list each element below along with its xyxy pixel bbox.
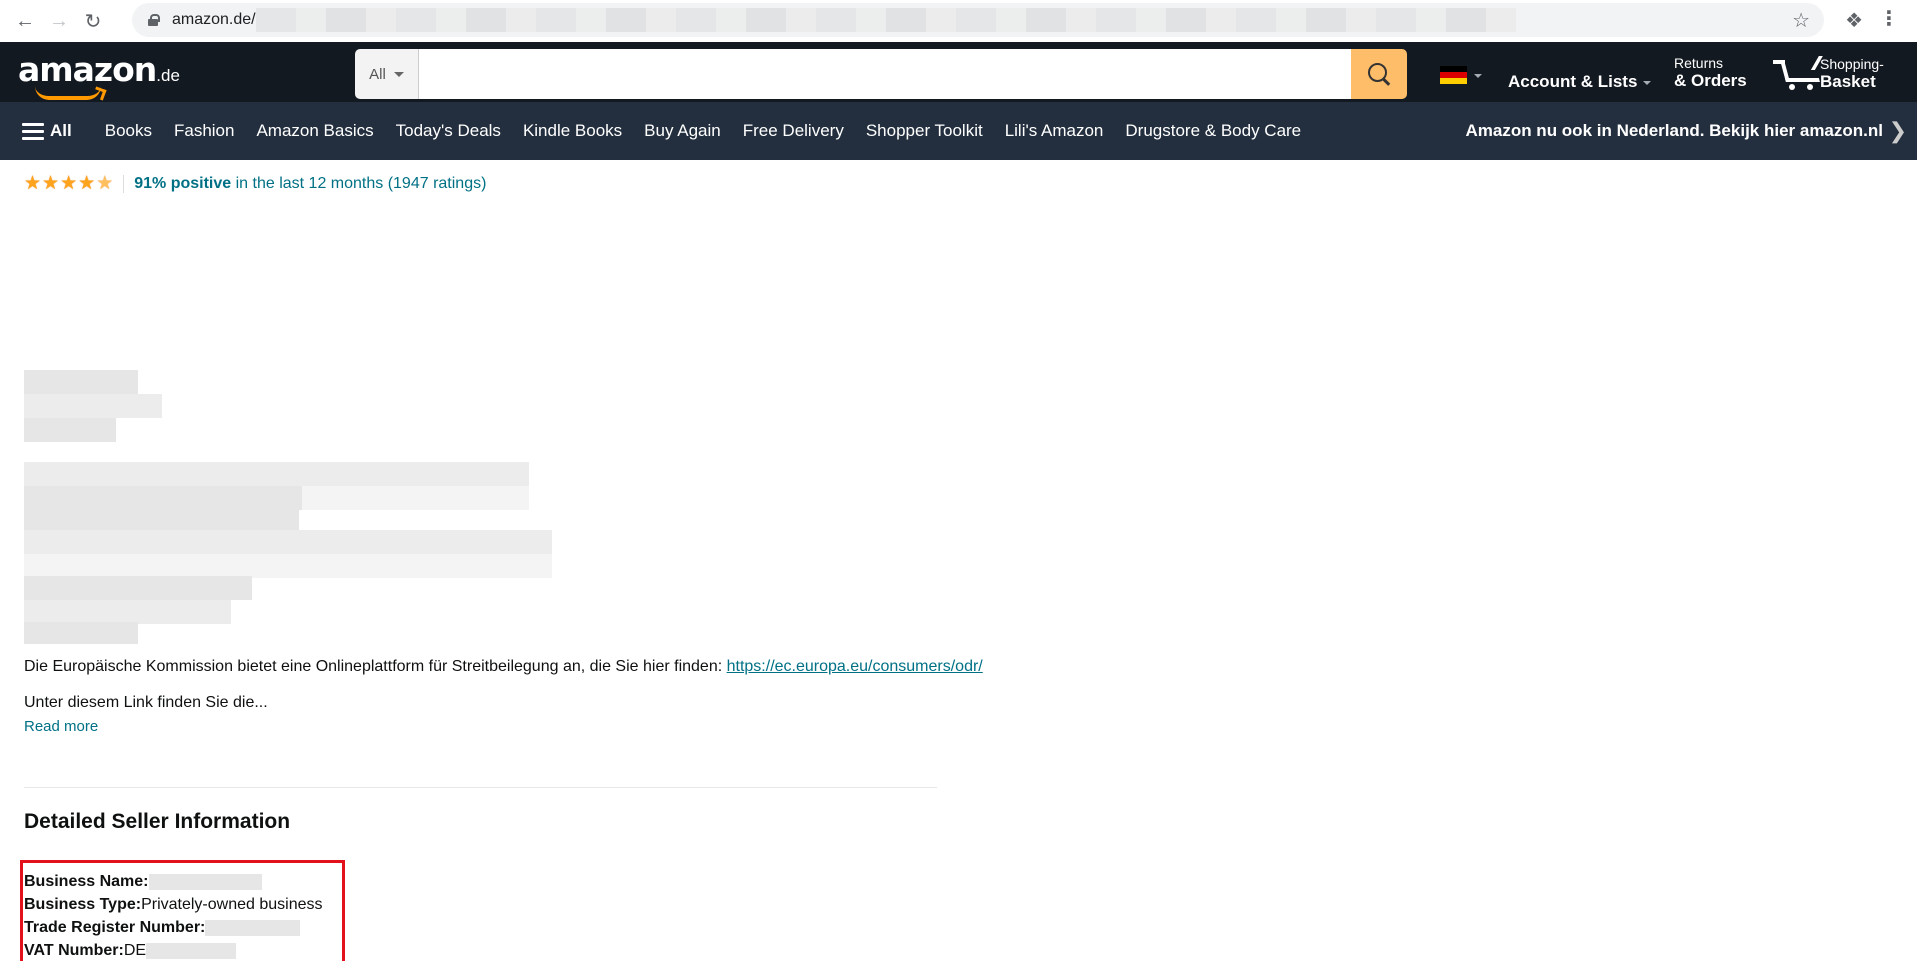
positive-percent: 91% positive [134, 174, 232, 192]
divider [123, 174, 125, 193]
nav-item-shopper-toolkit[interactable]: Shopper Toolkit [855, 121, 994, 141]
logo-text: amazon [18, 50, 157, 89]
account-lists-menu[interactable]: Account & Lists [1508, 72, 1652, 92]
trade-register-label: Trade Register Number: [24, 919, 206, 936]
odr-link[interactable]: https://ec.europa.eu/consumers/odr/ [727, 658, 983, 675]
logo-smile-icon [35, 86, 101, 100]
nav-item-books[interactable]: Books [94, 121, 163, 141]
nav-links: Books Fashion Amazon Basics Today's Deal… [94, 121, 1312, 141]
chevron-down-icon [393, 71, 404, 77]
detailed-seller-info-heading: Detailed Seller Information [24, 810, 291, 833]
vat-value: DE [123, 942, 147, 959]
vat-number-row: VAT Number:DE [24, 939, 237, 961]
rating-detail: in the last 12 months (1947 ratings) [231, 174, 487, 192]
star-full-icon: ★ [24, 173, 42, 194]
url-redacted [255, 8, 1516, 32]
nav-promo-link[interactable]: Amazon nu ook in Nederland. Bekijk hier … [1465, 102, 1883, 160]
chevron-right-icon[interactable]: ❯ [1889, 118, 1907, 144]
read-more-link[interactable]: Read more [24, 718, 98, 735]
language-flag-icon[interactable] [1440, 66, 1467, 84]
star-full-icon: ★ [60, 173, 78, 194]
returns-orders-link[interactable]: Returns & Orders [1674, 55, 1747, 91]
nav-item-free-delivery[interactable]: Free Delivery [732, 121, 855, 141]
search-icon [1368, 63, 1390, 85]
vat-label: VAT Number: [24, 942, 124, 959]
cart-icon[interactable] [1773, 56, 1823, 92]
seller-rating: ★ ★ ★ ★ ★ 91% positive in the last 12 mo… [24, 174, 486, 193]
orders-label: & Orders [1674, 71, 1747, 90]
returns-label: Returns [1674, 55, 1724, 71]
search-bar: All [355, 49, 1407, 99]
star-full-icon: ★ [42, 173, 60, 194]
business-type-label: Business Type: [24, 896, 142, 913]
amazon-logo[interactable]: amazon.de [18, 50, 180, 100]
forward-arrow-icon[interactable]: → [42, 4, 76, 38]
search-input[interactable] [419, 49, 1351, 99]
nav-item-drugstore[interactable]: Drugstore & Body Care [1114, 121, 1312, 141]
odr-notice: Die Europäische Kommission bietet eine O… [24, 658, 983, 676]
nav-item-lilis-amazon[interactable]: Lili's Amazon [994, 121, 1115, 141]
address-bar[interactable]: amazon.de/ ☆ [132, 3, 1824, 37]
nav-item-fashion[interactable]: Fashion [163, 121, 245, 141]
browser-toolbar: ← → ↻ amazon.de/ ☆ ❖ ⋮ [0, 0, 1917, 42]
reload-icon[interactable]: ↻ [76, 4, 110, 38]
logo-tld: .de [156, 66, 180, 85]
all-menu-button[interactable]: All [22, 121, 72, 141]
rating-summary-link[interactable]: 91% positive in the last 12 months (1947… [134, 175, 486, 193]
all-label: All [50, 121, 72, 140]
rating-stars[interactable]: ★ ★ ★ ★ ★ [24, 174, 113, 193]
nav-item-kindle-books[interactable]: Kindle Books [512, 121, 633, 141]
back-arrow-icon[interactable]: ← [8, 4, 42, 38]
odr-text: Die Europäische Kommission bietet eine O… [24, 658, 727, 675]
url-text[interactable]: amazon.de/ [172, 11, 256, 29]
hamburger-icon [22, 122, 44, 140]
nav-item-todays-deals[interactable]: Today's Deals [385, 121, 512, 141]
bookmark-star-icon[interactable]: ☆ [1792, 8, 1810, 33]
chevron-down-icon[interactable] [1474, 74, 1482, 78]
business-name-row: Business Name: [24, 870, 262, 893]
site-header: amazon.de All Account & Lists Returns & … [0, 42, 1917, 102]
shopping-basket-link[interactable]: Shopping- Basket [1820, 56, 1884, 92]
nav-item-buy-again[interactable]: Buy Again [633, 121, 732, 141]
nav-bar: All Books Fashion Amazon Basics Today's … [0, 102, 1917, 160]
business-type-row: Business Type:Privately-owned business [24, 893, 323, 916]
basket-label-2: Basket [1820, 72, 1876, 91]
business-type-value: Privately-owned business [141, 896, 323, 913]
description-excerpt: Unter diesem Link finden Sie die... [24, 694, 268, 711]
chevron-down-icon [1643, 80, 1652, 85]
star-full-icon: ★ [78, 173, 96, 194]
lock-icon [148, 14, 160, 26]
business-name-label: Business Name: [24, 873, 149, 890]
search-button[interactable] [1351, 49, 1407, 99]
star-half-icon: ★ [96, 173, 114, 194]
basket-label-1: Shopping- [1820, 56, 1884, 72]
section-divider [24, 787, 937, 788]
nav-item-amazon-basics[interactable]: Amazon Basics [245, 121, 384, 141]
search-category-label: All [369, 65, 386, 83]
extensions-puzzle-icon[interactable]: ❖ [1845, 8, 1863, 33]
account-lists-label: Account & Lists [1508, 72, 1638, 91]
trade-register-row: Trade Register Number: [24, 916, 301, 939]
search-category-dropdown[interactable]: All [355, 49, 419, 99]
more-vert-icon[interactable]: ⋮ [1879, 6, 1899, 31]
